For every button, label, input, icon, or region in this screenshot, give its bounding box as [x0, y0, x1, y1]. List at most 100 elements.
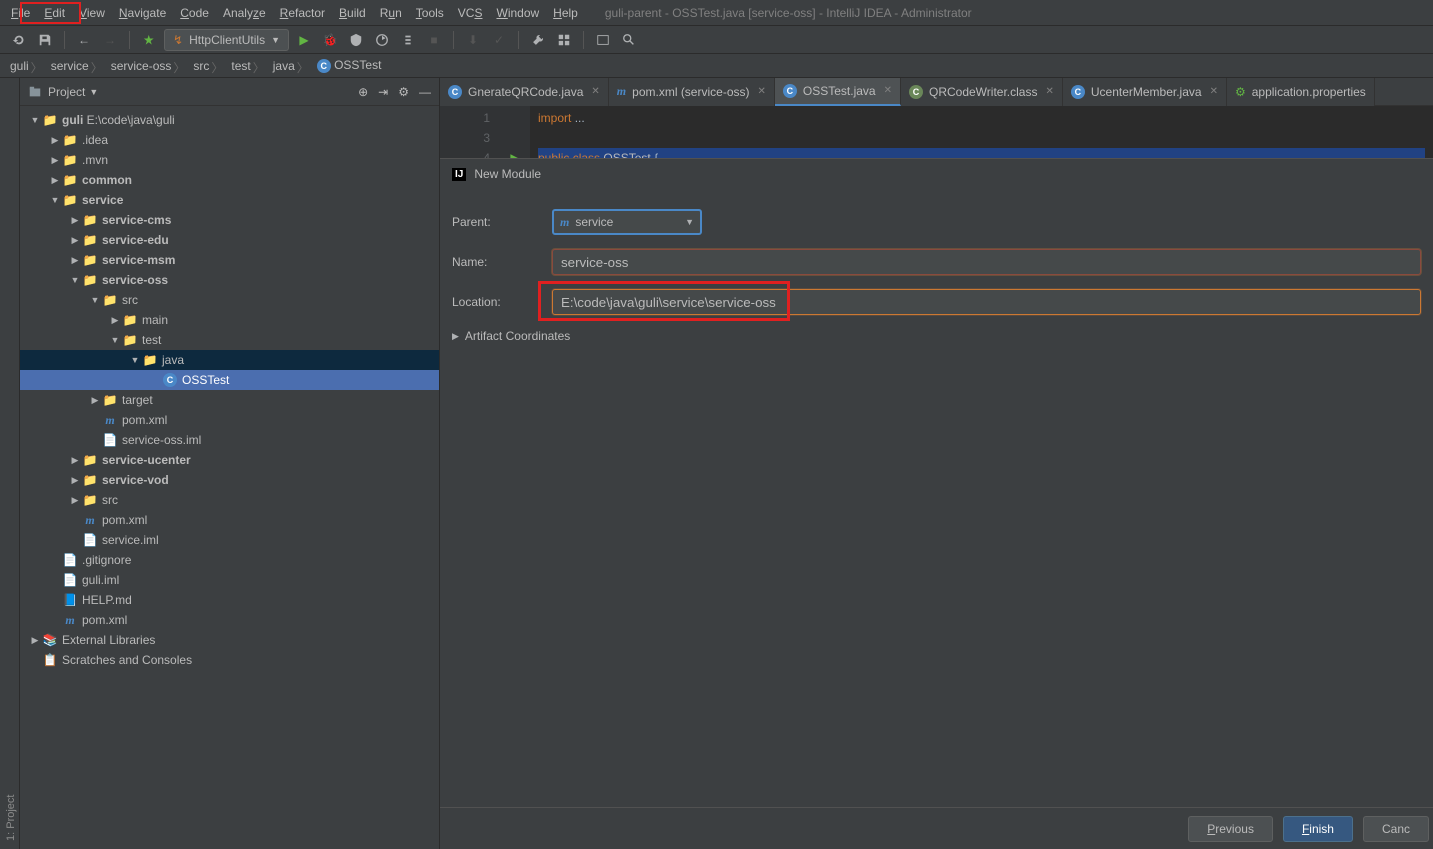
tree-item-java[interactable]: ▼📁java: [20, 350, 439, 370]
dialog-footer: Previous Finish Canc: [440, 807, 1433, 849]
crumb[interactable]: src: [187, 57, 215, 75]
gutter-structure-label[interactable]: 7: Structure: [0, 78, 3, 849]
close-icon[interactable]: ✕: [758, 86, 766, 97]
tab-qrcodewriter[interactable]: CQRCodeWriter.class✕: [901, 78, 1063, 106]
dropdown-icon[interactable]: ▼: [89, 87, 98, 97]
run-config-selector[interactable]: ↯ HttpClientUtils ▼: [164, 29, 289, 51]
settings-icon[interactable]: [553, 29, 575, 51]
tree-item[interactable]: mpom.xml: [20, 410, 439, 430]
tree-item[interactable]: ▶📁service-msm: [20, 250, 439, 270]
menu-help[interactable]: Help: [546, 3, 585, 23]
previous-button[interactable]: Previous: [1188, 816, 1273, 842]
menu-analyze[interactable]: Analyze: [216, 3, 273, 23]
hide-icon[interactable]: —: [419, 85, 431, 99]
profile-icon[interactable]: [371, 29, 393, 51]
search-icon[interactable]: [618, 29, 640, 51]
tree-item[interactable]: 📄.gitignore: [20, 550, 439, 570]
tree-item[interactable]: ▼📁service: [20, 190, 439, 210]
run-icon[interactable]: ▶: [293, 29, 315, 51]
debug-icon[interactable]: 🐞: [319, 29, 341, 51]
code-content[interactable]: import import ...... public class OSSTes…: [530, 106, 1433, 166]
line-number: 3: [440, 128, 490, 148]
menu-build[interactable]: Build: [332, 3, 373, 23]
menu-code[interactable]: Code: [173, 3, 216, 23]
tree-item[interactable]: ▶📁service-edu: [20, 230, 439, 250]
build-icon[interactable]: [138, 29, 160, 51]
attach-icon[interactable]: [397, 29, 419, 51]
tree-item[interactable]: 📄service-oss.iml: [20, 430, 439, 450]
tree-item[interactable]: ▶📁.idea: [20, 130, 439, 150]
sync-icon[interactable]: [8, 29, 30, 51]
parent-row: Parent: m service ▼: [452, 209, 1421, 235]
tree-item[interactable]: mpom.xml: [20, 610, 439, 630]
tree-item[interactable]: ▶📁main: [20, 310, 439, 330]
tree-item[interactable]: ▼📁service-oss: [20, 270, 439, 290]
git-update-icon[interactable]: ⬇: [462, 29, 484, 51]
tree-item[interactable]: ▶📁service-ucenter: [20, 450, 439, 470]
tab-ucentermember[interactable]: CUcenterMember.java✕: [1063, 78, 1227, 106]
parent-label: Parent:: [452, 215, 552, 229]
location-input[interactable]: [552, 289, 1421, 315]
name-input[interactable]: [552, 249, 1421, 275]
crumb[interactable]: service: [45, 57, 95, 75]
tree-item[interactable]: 📄service.iml: [20, 530, 439, 550]
tree-root[interactable]: ▼📁guli E:\code\java\guli: [20, 110, 439, 130]
tree-item[interactable]: ▶📁service-vod: [20, 470, 439, 490]
tree-item[interactable]: 📘HELP.md: [20, 590, 439, 610]
parent-select[interactable]: m service ▼: [552, 209, 702, 235]
crumb[interactable]: test: [225, 57, 256, 75]
tree-item[interactable]: ▶📁common: [20, 170, 439, 190]
wrench-icon[interactable]: [527, 29, 549, 51]
crumb[interactable]: java: [267, 57, 301, 75]
close-icon[interactable]: ✕: [1045, 86, 1053, 97]
cancel-button[interactable]: Canc: [1363, 816, 1429, 842]
tree-item[interactable]: mpom.xml: [20, 510, 439, 530]
save-icon[interactable]: [34, 29, 56, 51]
tab-pom[interactable]: mpom.xml (service-oss)✕: [609, 78, 775, 106]
close-icon[interactable]: ✕: [884, 85, 892, 96]
stop-icon[interactable]: ■: [423, 29, 445, 51]
collapse-icon[interactable]: ⇥: [378, 85, 388, 99]
menu-navigate[interactable]: Navigate: [112, 3, 173, 23]
locate-icon[interactable]: ⊕: [358, 85, 368, 99]
menu-run[interactable]: Run: [373, 3, 409, 23]
close-icon[interactable]: ✕: [1210, 86, 1218, 97]
close-icon[interactable]: ✕: [591, 86, 599, 97]
tree-item[interactable]: ▶📁src: [20, 490, 439, 510]
tree-item[interactable]: ▶📁service-cms: [20, 210, 439, 230]
crumb[interactable]: guli: [4, 57, 35, 75]
toolbar-separator: [129, 31, 130, 49]
tab-osstest[interactable]: COSSTest.java✕: [775, 78, 901, 106]
class-icon: C: [163, 373, 177, 387]
menu-refactor[interactable]: Refactor: [273, 3, 332, 23]
tree-item[interactable]: 📋Scratches and Consoles: [20, 650, 439, 670]
gear-icon[interactable]: ⚙: [398, 85, 409, 99]
menu-vcs[interactable]: VCS: [451, 3, 490, 23]
tree-item[interactable]: ▼📁src: [20, 290, 439, 310]
tab-appprops[interactable]: ⚙application.properties: [1227, 78, 1375, 106]
artifact-coordinates[interactable]: ▶ Artifact Coordinates: [452, 329, 1421, 343]
project-icon: [28, 85, 42, 99]
back-icon[interactable]: ←: [73, 29, 95, 51]
project-header: Project ▼ ⊕ ⇥ ⚙ —: [20, 78, 439, 106]
crumb[interactable]: C OSSTest: [311, 56, 388, 75]
structure-icon[interactable]: [592, 29, 614, 51]
gutter-project-label[interactable]: 1: Project: [3, 78, 19, 849]
tree-item-osstest[interactable]: COSSTest: [20, 370, 439, 390]
tree-item[interactable]: 📄guli.iml: [20, 570, 439, 590]
coverage-icon[interactable]: [345, 29, 367, 51]
tree-item[interactable]: ▼📁test: [20, 330, 439, 350]
tree-item-target[interactable]: ▶📁target: [20, 390, 439, 410]
tab-gnerateqrcode[interactable]: CGnerateQRCode.java✕: [440, 78, 609, 106]
forward-icon[interactable]: →: [99, 29, 121, 51]
tab-label: pom.xml (service-oss): [632, 85, 749, 99]
tree-item[interactable]: ▶📚External Libraries: [20, 630, 439, 650]
finish-button[interactable]: Finish: [1283, 816, 1353, 842]
menu-tools[interactable]: Tools: [409, 3, 451, 23]
dialog-body: Parent: m service ▼ Name: Location:: [440, 189, 1433, 363]
menu-window[interactable]: Window: [489, 3, 546, 23]
git-commit-icon[interactable]: ✓: [488, 29, 510, 51]
tree-item[interactable]: ▶📁.mvn: [20, 150, 439, 170]
tab-bar: CGnerateQRCode.java✕ mpom.xml (service-o…: [440, 78, 1433, 106]
crumb[interactable]: service-oss: [105, 57, 178, 75]
